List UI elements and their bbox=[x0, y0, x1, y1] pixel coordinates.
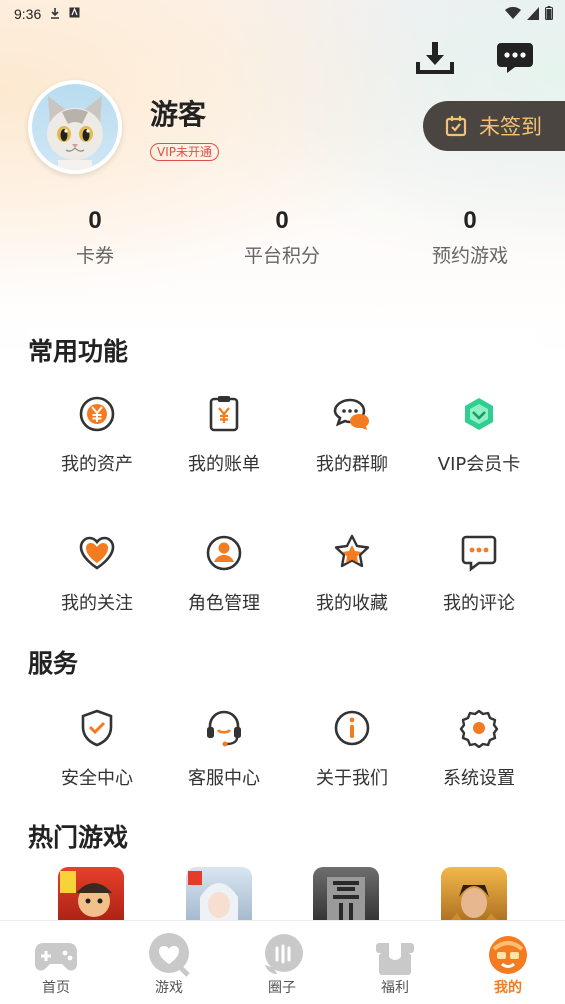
hot-game-thumbnail[interactable] bbox=[186, 867, 252, 927]
settings-icon bbox=[459, 708, 499, 749]
checkin-label: 未签到 bbox=[479, 115, 542, 139]
service-label: 安全中心 bbox=[61, 768, 133, 789]
tab-label: 我的 bbox=[494, 980, 522, 996]
tab-home[interactable]: 首页 bbox=[16, 933, 96, 997]
download-status-icon bbox=[49, 7, 61, 22]
tab-label: 福利 bbox=[381, 980, 409, 996]
username: 游客 bbox=[150, 98, 207, 131]
heart-follow-icon bbox=[77, 533, 117, 573]
section-title-services: 服务 bbox=[28, 649, 79, 678]
yen-coin-icon bbox=[77, 394, 117, 434]
headset-icon bbox=[204, 708, 244, 748]
tab-label: 游戏 bbox=[155, 980, 183, 996]
func-label: VIP会员卡 bbox=[437, 454, 521, 475]
stat-value: 0 bbox=[88, 207, 102, 234]
status-time: 9:36 bbox=[14, 6, 42, 22]
tab-me[interactable]: 我的 bbox=[468, 933, 548, 997]
service-label: 关于我们 bbox=[316, 768, 388, 789]
tab-label: 圈子 bbox=[268, 980, 296, 996]
vip-status-badge[interactable]: VIP未开通 bbox=[150, 143, 219, 161]
service-customer-center[interactable]: 客服中心 bbox=[160, 708, 288, 790]
info-icon bbox=[332, 708, 372, 748]
service-about-us[interactable]: 关于我们 bbox=[288, 708, 416, 790]
hot-game-thumbnail[interactable] bbox=[441, 867, 507, 927]
func-my-favorites[interactable]: 我的收藏 bbox=[288, 533, 416, 615]
hot-game-thumbnail[interactable] bbox=[313, 867, 379, 927]
checkin-button[interactable]: 未签到 bbox=[423, 101, 565, 151]
service-security-center[interactable]: 安全中心 bbox=[33, 708, 161, 790]
tab-label: 首页 bbox=[42, 980, 70, 996]
stat-label: 卡券 bbox=[75, 245, 114, 267]
download-manager-icon[interactable] bbox=[415, 40, 455, 76]
func-vip-card[interactable]: VIP会员卡 bbox=[415, 394, 543, 476]
stat-label: 平台积分 bbox=[243, 245, 320, 267]
avatar[interactable] bbox=[28, 80, 122, 174]
gamepad-icon bbox=[33, 933, 79, 977]
shield-icon bbox=[77, 708, 117, 748]
stat-label: 预约游戏 bbox=[431, 245, 508, 267]
service-label: 系统设置 bbox=[443, 768, 515, 789]
tab-welfare[interactable]: 福利 bbox=[355, 933, 435, 997]
stat-value: 0 bbox=[463, 207, 477, 234]
app-notification-icon bbox=[69, 7, 80, 21]
stat-coupons[interactable]: 0 卡券 bbox=[35, 207, 155, 268]
circle-chat-icon bbox=[259, 933, 305, 977]
signal-icon bbox=[527, 6, 539, 20]
func-label: 我的账单 bbox=[188, 454, 260, 475]
me-face-icon bbox=[485, 933, 531, 977]
profile-info: 游客 VIP未开通 bbox=[150, 93, 219, 161]
message-icon[interactable] bbox=[495, 40, 535, 76]
func-label: 我的关注 bbox=[61, 593, 133, 614]
section-title-hot-games: 热门游戏 bbox=[28, 823, 129, 852]
bill-icon bbox=[204, 394, 244, 434]
wifi-icon bbox=[505, 6, 521, 19]
game-heart-icon bbox=[146, 933, 192, 977]
stat-points[interactable]: 0 平台积分 bbox=[222, 207, 342, 268]
func-label: 角色管理 bbox=[188, 593, 260, 614]
service-label: 客服中心 bbox=[188, 768, 260, 789]
func-my-comments[interactable]: 我的评论 bbox=[415, 533, 543, 615]
stat-value: 0 bbox=[275, 207, 289, 234]
status-indicators bbox=[505, 6, 553, 20]
func-my-assets[interactable]: 我的资产 bbox=[33, 394, 161, 476]
group-chat-icon bbox=[332, 394, 372, 434]
func-label: 我的收藏 bbox=[316, 593, 388, 614]
func-role-management[interactable]: 角色管理 bbox=[160, 533, 288, 615]
func-label: 我的群聊 bbox=[316, 454, 388, 475]
section-title-common: 常用功能 bbox=[28, 337, 129, 366]
profile-header: 游客 VIP未开通 bbox=[28, 80, 219, 174]
func-label: 我的资产 bbox=[61, 454, 133, 475]
battery-icon bbox=[545, 6, 553, 20]
stat-reserved-games[interactable]: 0 预约游戏 bbox=[410, 207, 530, 268]
comment-icon bbox=[459, 533, 499, 573]
status-bar: 9:36 bbox=[0, 0, 565, 28]
gift-icon bbox=[372, 933, 418, 977]
func-my-bill[interactable]: 我的账单 bbox=[160, 394, 288, 476]
hot-game-thumbnail[interactable] bbox=[58, 867, 124, 927]
role-user-icon bbox=[204, 533, 244, 573]
bottom-tab-bar: 首页 游戏 圈子 福利 我的 bbox=[0, 920, 565, 1004]
tab-circle[interactable]: 圈子 bbox=[242, 933, 322, 997]
tab-games[interactable]: 游戏 bbox=[129, 933, 209, 997]
calendar-check-icon bbox=[445, 116, 467, 137]
vip-card-icon bbox=[459, 394, 499, 434]
top-actions bbox=[415, 40, 535, 76]
star-favorite-icon bbox=[332, 533, 372, 573]
func-my-group-chat[interactable]: 我的群聊 bbox=[288, 394, 416, 476]
service-system-settings[interactable]: 系统设置 bbox=[415, 708, 543, 790]
func-label: 我的评论 bbox=[443, 593, 515, 614]
func-my-follow[interactable]: 我的关注 bbox=[33, 533, 161, 615]
